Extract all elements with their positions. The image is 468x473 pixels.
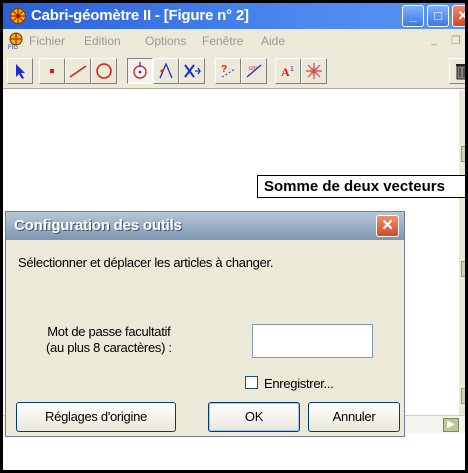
maximize-button[interactable]: □: [427, 5, 449, 27]
circle-tool[interactable]: [91, 58, 117, 84]
transform-tool[interactable]: [153, 58, 179, 84]
menu-aide[interactable]: Aide: [261, 34, 285, 48]
svg-text:?: ?: [221, 64, 227, 75]
dialog-instruction: Sélectionner et déplacer les articles à …: [18, 255, 274, 270]
password-input[interactable]: [252, 324, 373, 358]
menu-fichier[interactable]: Fichier: [29, 34, 65, 48]
scroll-marker-middle: [461, 261, 465, 277]
scroll-marker-top: [461, 146, 465, 162]
line-icon: [69, 65, 87, 78]
circle-icon: [96, 63, 112, 79]
svg-text:FIG: FIG: [8, 45, 18, 50]
text-label-icon: A1: [281, 65, 294, 79]
scroll-right-arrow[interactable]: ▶: [443, 418, 459, 432]
svg-text:A: A: [281, 65, 290, 79]
macro-icon: [184, 64, 201, 78]
macro-tool[interactable]: [179, 58, 205, 84]
pointer-tool[interactable]: [7, 58, 33, 84]
delete-tool[interactable]: [449, 58, 465, 84]
cabri-app-icon: [9, 7, 27, 25]
measure-tool[interactable]: cm: [241, 58, 267, 84]
check-property-icon: ?: [221, 64, 236, 78]
save-checkbox-label: Enregistrer...: [264, 376, 334, 391]
close-button[interactable]: ✕: [452, 5, 468, 27]
menu-fenetre[interactable]: Fenêtre: [202, 34, 243, 48]
dialog-close-button[interactable]: ✕: [376, 215, 399, 237]
password-label-line2: (au plus 8 caractères) :: [46, 340, 172, 355]
close-icon: ✕: [381, 217, 394, 234]
menu-edition[interactable]: Edition: [84, 34, 121, 48]
app-window: Cabri-géomètre II - [Figure n° 2] _ □ ✕ …: [0, 0, 468, 473]
dialog-title-bar[interactable]: Configuration des outils ✕: [6, 212, 404, 240]
save-checkbox[interactable]: [245, 376, 258, 389]
transform-icon: [159, 62, 173, 79]
menu-bar: FIG Fichier Edition Options Fenêtre Aide…: [3, 29, 465, 53]
draw-tool[interactable]: [301, 58, 327, 84]
point-icon: [50, 69, 54, 73]
cancel-button[interactable]: Annuler: [308, 402, 400, 432]
tool-configuration-dialog: Configuration des outils ✕ Sélectionner …: [5, 211, 405, 437]
color-palette-icon: [306, 63, 322, 79]
construct-icon: [133, 62, 147, 79]
trash-icon: [456, 64, 465, 80]
svg-text:1: 1: [290, 66, 294, 73]
reset-defaults-button[interactable]: Réglages d'origine: [16, 402, 176, 432]
window-title: Cabri-géomètre II - [Figure n° 2]: [31, 7, 249, 24]
mdi-restore-button[interactable]: ❐: [451, 34, 461, 47]
ok-button[interactable]: OK: [208, 402, 300, 432]
title-bar[interactable]: Cabri-géomètre II - [Figure n° 2] _ □ ✕: [3, 3, 468, 29]
minimize-button[interactable]: _: [402, 5, 424, 27]
minimize-icon: _: [409, 8, 417, 23]
password-label-line1: Mot de passe facultatif: [47, 324, 171, 339]
close-icon: ✕: [457, 8, 468, 23]
svg-text:cm: cm: [249, 66, 257, 72]
document-icon: FIG: [8, 32, 23, 50]
figure-text-label[interactable]: Somme de deux vecteurs: [257, 175, 465, 198]
password-label: Mot de passe facultatif (au plus 8 carac…: [46, 324, 172, 356]
maximize-icon: □: [434, 8, 442, 23]
line-tool[interactable]: [65, 58, 91, 84]
pointer-icon: [16, 64, 25, 79]
scroll-marker-bottom: [461, 388, 465, 404]
menu-options[interactable]: Options: [145, 34, 186, 48]
point-tool[interactable]: [39, 58, 65, 84]
vertical-scrollbar[interactable]: [459, 90, 465, 430]
tool-bar: ? cm A1: [3, 53, 465, 89]
display-tool[interactable]: A1: [275, 58, 301, 84]
mdi-minimize-button[interactable]: _: [431, 34, 437, 46]
measure-icon: cm: [246, 64, 262, 78]
dialog-title: Configuration des outils: [14, 217, 182, 234]
check-property-tool[interactable]: ?: [215, 58, 241, 84]
construct-tool[interactable]: [127, 58, 153, 84]
